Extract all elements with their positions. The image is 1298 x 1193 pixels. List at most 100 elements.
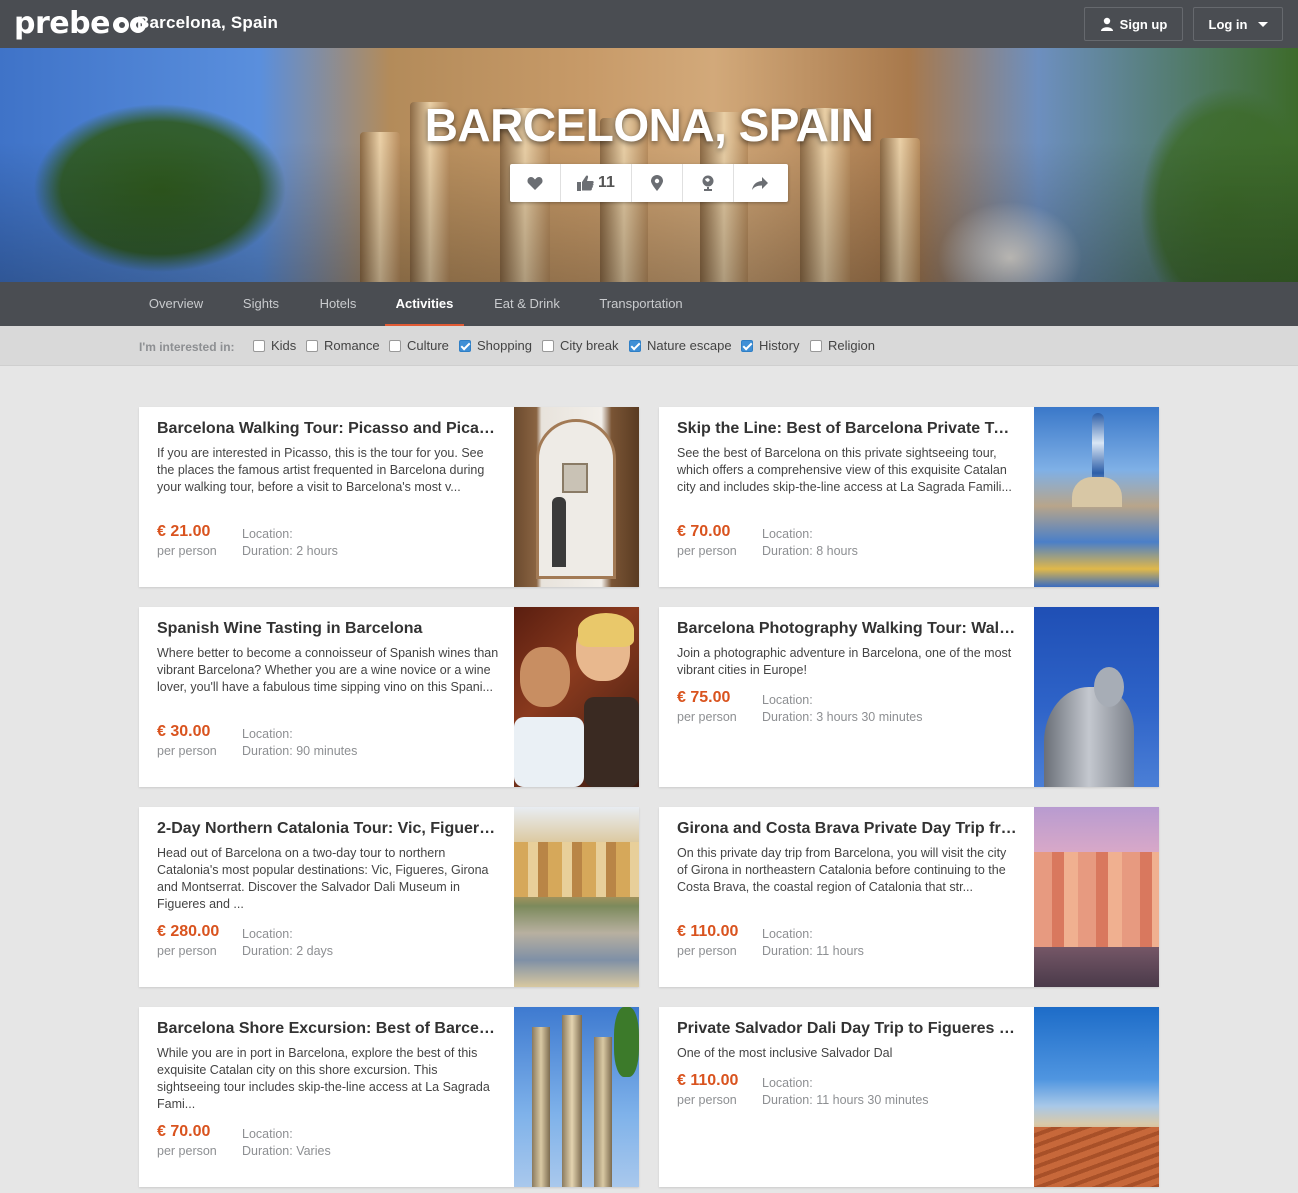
card-duration: Duration: 11 hours [762,944,864,958]
checkbox-religion[interactable] [810,339,822,352]
hero-title: BARCELONA, SPAIN [424,99,874,151]
logo-text: prebe [14,5,110,41]
filter-nature-escape[interactable]: Nature escape [629,338,732,353]
filter-romance[interactable]: Romance [306,338,380,353]
card-thumbnail[interactable] [1034,1007,1159,1187]
card-title[interactable]: Barcelona Photography Walking Tour: Walk… [677,620,1017,638]
card-title[interactable]: 2-Day Northern Catalonia Tour: Vic, Figu… [157,820,497,838]
activity-card[interactable]: Spanish Wine Tasting in Barcelona Where … [139,607,639,787]
card-duration: Duration: 2 hours [242,544,338,558]
tab-overview[interactable]: Overview [135,282,217,326]
filter-city-break[interactable]: City break [542,338,619,353]
location-label: Location: [762,693,813,707]
checkbox-history[interactable] [741,339,753,352]
filter-shopping-label: Shopping [477,338,532,353]
card-title[interactable]: Spanish Wine Tasting in Barcelona [157,620,497,638]
activity-card[interactable]: Barcelona Shore Excursion: Best of Barce… [139,1007,639,1187]
top-bar: prebe Barcelona, Spain Sign up Log in [0,0,1298,48]
per-person-label: per person [677,710,737,724]
card-title[interactable]: Barcelona Shore Excursion: Best of Barce… [157,1020,497,1038]
filter-history[interactable]: History [741,338,799,353]
checkbox-city-break[interactable] [542,339,554,352]
card-duration: Duration: 11 hours 30 minutes [762,1093,929,1107]
activity-card[interactable]: Barcelona Walking Tour: Picasso and Pica… [139,407,639,587]
card-description: Join a photographic adventure in Barcelo… [677,646,1012,677]
tab-hotels[interactable]: Hotels [306,282,370,326]
location-label: Location: [242,1127,293,1141]
card-thumbnail[interactable] [514,407,639,587]
card-description: One of the most inclusive Salvador Dal [677,1046,893,1060]
card-thumbnail[interactable] [514,607,639,787]
prebee-logo[interactable]: prebe [14,5,146,41]
filter-nature-escape-label: Nature escape [647,338,732,353]
card-thumbnail[interactable] [514,1007,639,1187]
log-in-button[interactable]: Log in [1193,7,1283,41]
card-thumbnail[interactable] [1034,407,1159,587]
location-label: Location: [762,1076,813,1090]
filter-shopping[interactable]: Shopping [459,338,532,353]
filter-religion-label: Religion [828,338,875,353]
user-icon [1100,17,1113,31]
location-label: Location: [762,927,813,941]
interest-filter-bar: I'm interested in: Kids Romance Culture … [0,326,1298,366]
sign-up-button[interactable]: Sign up [1084,7,1183,41]
per-person-label: per person [677,544,737,558]
filter-religion[interactable]: Religion [810,338,875,353]
checkbox-shopping[interactable] [459,339,471,352]
card-duration: Duration: 3 hours 30 minutes [762,710,923,724]
card-price: € 70.00 [677,523,731,540]
card-title[interactable]: Girona and Costa Brava Private Day Trip … [677,820,1017,838]
card-thumbnail[interactable] [514,807,639,987]
checkbox-nature-escape[interactable] [629,339,641,352]
card-duration: Duration: 2 days [242,944,334,958]
card-title[interactable]: Barcelona Walking Tour: Picasso and Pica… [157,420,497,438]
share-button[interactable] [734,164,785,202]
section-tabs: Overview Sights Hotels Activities Eat & … [0,282,1298,326]
per-person-label: per person [677,1093,737,1107]
card-title[interactable]: Skip the Line: Best of Barcelona Private… [677,420,1017,438]
activity-card[interactable]: Girona and Costa Brava Private Day Trip … [659,807,1159,987]
filter-kids-label: Kids [271,338,297,353]
tab-sights[interactable]: Sights [229,282,293,326]
card-description: While you are in port in Barcelona, expl… [157,1046,490,1111]
activity-card[interactable]: Barcelona Photography Walking Tour: Walk… [659,607,1159,787]
like-count: 11 [598,174,615,191]
location-label: Location: [762,527,813,541]
checkbox-romance[interactable] [306,339,318,352]
map-pin-icon [651,175,663,191]
filter-city-break-label: City break [560,338,619,353]
activity-card[interactable]: 2-Day Northern Catalonia Tour: Vic, Figu… [139,807,639,987]
checkbox-culture[interactable] [389,339,401,352]
card-price: € 21.00 [157,523,211,540]
card-description: On this private day trip from Barcelona,… [677,846,1007,894]
card-description: If you are interested in Picasso, this i… [157,446,485,494]
per-person-label: per person [677,944,737,958]
favorite-button[interactable] [510,164,561,202]
card-price: € 110.00 [677,1072,739,1089]
map-button[interactable] [632,164,683,202]
heart-icon [527,177,543,190]
card-price: € 30.00 [157,723,211,740]
activity-card[interactable]: Private Salvador Dali Day Trip to Figuer… [659,1007,1159,1187]
activity-card[interactable]: Skip the Line: Best of Barcelona Private… [659,407,1159,587]
card-thumbnail[interactable] [1034,807,1159,987]
checkbox-kids[interactable] [253,339,265,352]
card-price: € 110.00 [677,923,739,940]
location-label: Location: [242,927,293,941]
globe-button[interactable] [683,164,734,202]
tab-eat-drink[interactable]: Eat & Drink [482,282,572,326]
tab-transportation[interactable]: Transportation [588,282,694,326]
card-title[interactable]: Private Salvador Dali Day Trip to Figuer… [677,1020,1017,1038]
filter-culture[interactable]: Culture [389,338,449,353]
log-in-label: Log in [1208,16,1248,32]
hero-action-bar: 11 [510,164,788,202]
card-duration: Duration: 90 minutes [242,744,358,758]
hero-banner: BARCELONA, SPAIN 11 [0,48,1298,282]
like-button[interactable]: 11 [561,164,632,202]
location-label: Location: [242,727,293,741]
card-description: Head out of Barcelona on a two-day tour … [157,846,489,911]
filter-kids[interactable]: Kids [253,338,296,353]
tab-activities[interactable]: Activities [385,282,464,326]
card-thumbnail[interactable] [1034,607,1159,787]
card-duration: Duration: Varies [242,1144,331,1158]
